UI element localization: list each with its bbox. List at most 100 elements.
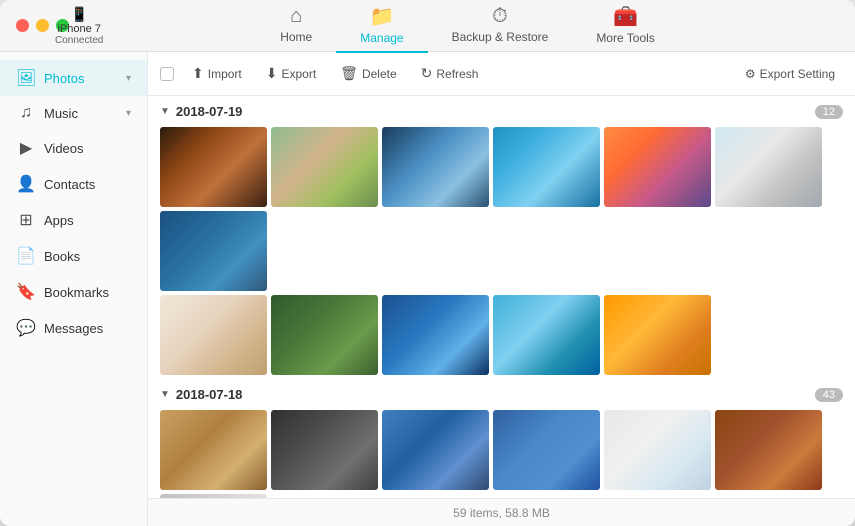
delete-button[interactable]: 🗑 Delete [330, 60, 406, 87]
refresh-button[interactable]: ↻ Refresh [411, 60, 489, 87]
tab-manage-label: Manage [360, 31, 403, 45]
photo-thumb[interactable] [160, 295, 267, 375]
bookmarks-icon: 🔖 [16, 282, 36, 302]
tab-manage[interactable]: 📁 Manage [336, 0, 427, 53]
photo-thumb[interactable] [493, 295, 600, 375]
refresh-icon: ↻ [421, 65, 433, 82]
delete-icon: 🗑 [340, 65, 358, 82]
date-section-2018-07-19: ▼ 2018-07-19 12 [160, 104, 843, 375]
photo-thumb[interactable] [493, 410, 600, 490]
photo-thumb[interactable] [382, 127, 489, 207]
sidebar-item-contacts[interactable]: 👤 Contacts [0, 166, 147, 202]
nav-tabs: ⌂ Home 📁 Manage ⏱ Backup & Restore 🧰 Mor… [96, 0, 839, 53]
messages-label: Messages [44, 321, 131, 336]
tab-tools-label: More Tools [596, 31, 654, 45]
sidebar-item-messages[interactable]: 💬 Messages [0, 310, 147, 346]
photos-label: Photos [44, 71, 118, 86]
tab-backup-label: Backup & Restore [452, 30, 549, 44]
tab-home-label: Home [280, 30, 312, 44]
minimize-button[interactable] [36, 19, 49, 32]
photo-thumb[interactable] [160, 410, 267, 490]
photo-thumb[interactable] [160, 211, 267, 291]
export-setting-button[interactable]: ⚙ Export Setting [737, 62, 843, 86]
apps-icon: ⊞ [16, 210, 36, 230]
import-label: Import [208, 67, 242, 81]
photo-grid-1-row1 [160, 127, 843, 291]
photo-grid-1-row2 [160, 295, 843, 375]
toolbar-right: ⚙ Export Setting [737, 62, 843, 86]
collapse-arrow-1[interactable]: ▼ [160, 106, 170, 117]
apps-label: Apps [44, 213, 131, 228]
status-text: 59 items, 58.8 MB [453, 506, 550, 520]
status-bar: 59 items, 58.8 MB [148, 498, 855, 526]
photo-thumb[interactable] [382, 410, 489, 490]
sidebar-item-bookmarks[interactable]: 🔖 Bookmarks [0, 274, 147, 310]
toolbar: ⬆ Import ⬇ Export 🗑 Delete ↻ Refresh [148, 52, 855, 96]
messages-icon: 💬 [16, 318, 36, 338]
export-label: Export [281, 67, 316, 81]
photo-thumb[interactable] [382, 295, 489, 375]
device-name: iPhone 7 [57, 23, 100, 35]
device-icon: 📱 [70, 6, 87, 23]
photo-thumb[interactable] [715, 127, 822, 207]
tab-home[interactable]: ⌂ Home [256, 0, 336, 52]
device-info: 📱 iPhone 7 Connected [55, 6, 103, 46]
contacts-label: Contacts [44, 177, 131, 192]
export-setting-label: Export Setting [760, 67, 835, 81]
delete-label: Delete [362, 67, 397, 81]
date-section-2018-07-18: ▼ 2018-07-18 43 [160, 387, 843, 498]
sidebar-item-apps[interactable]: ⊞ Apps [0, 202, 147, 238]
home-icon: ⌂ [290, 5, 302, 28]
videos-icon: ▶ [16, 138, 36, 158]
sidebar-item-music[interactable]: ♫ Music ▾ [0, 96, 147, 130]
tools-icon: 🧰 [613, 4, 638, 29]
tab-backup[interactable]: ⏱ Backup & Restore [428, 0, 573, 52]
sidebar-item-photos[interactable]: 🖼 Photos ▾ [0, 60, 147, 96]
date-label-2: 2018-07-18 [176, 387, 243, 402]
date-header-1: ▼ 2018-07-19 12 [160, 104, 843, 119]
checkbox-box[interactable] [160, 67, 174, 81]
music-icon: ♫ [16, 104, 36, 122]
sidebar-item-videos[interactable]: ▶ Videos [0, 130, 147, 166]
export-icon: ⬇ [266, 65, 278, 82]
music-arrow: ▾ [126, 108, 131, 119]
import-icon: ⬆ [192, 65, 204, 82]
photos-icon: 🖼 [16, 68, 36, 88]
photo-thumb[interactable] [271, 295, 378, 375]
titlebar: 📱 iPhone 7 Connected ⌂ Home 📁 Manage ⏱ B… [0, 0, 855, 52]
books-label: Books [44, 249, 131, 264]
gear-icon: ⚙ [745, 67, 756, 81]
contacts-icon: 👤 [16, 174, 36, 194]
music-label: Music [44, 106, 118, 121]
videos-label: Videos [44, 141, 131, 156]
manage-icon: 📁 [369, 4, 394, 29]
photo-thumb[interactable] [160, 127, 267, 207]
date-label-1: 2018-07-19 [176, 104, 243, 119]
tab-tools[interactable]: 🧰 More Tools [572, 0, 678, 53]
photo-thumb[interactable] [604, 410, 711, 490]
main-content: 🖼 Photos ▾ ♫ Music ▾ ▶ Videos 👤 Contacts… [0, 52, 855, 526]
bookmarks-label: Bookmarks [44, 285, 131, 300]
close-button[interactable] [16, 19, 29, 32]
backup-icon: ⏱ [492, 5, 508, 28]
device-status: Connected [55, 35, 103, 46]
books-icon: 📄 [16, 246, 36, 266]
sidebar-item-books[interactable]: 📄 Books [0, 238, 147, 274]
date-header-2: ▼ 2018-07-18 43 [160, 387, 843, 402]
photo-area[interactable]: ▼ 2018-07-19 12 [148, 96, 855, 498]
collapse-arrow-2[interactable]: ▼ [160, 389, 170, 400]
refresh-label: Refresh [436, 67, 478, 81]
photo-thumb[interactable] [715, 410, 822, 490]
photos-arrow: ▾ [126, 73, 131, 84]
photo-thumb[interactable] [271, 410, 378, 490]
import-button[interactable]: ⬆ Import [182, 60, 252, 87]
export-button[interactable]: ⬇ Export [256, 60, 326, 87]
photo-thumb[interactable] [271, 127, 378, 207]
photo-thumb[interactable] [604, 295, 711, 375]
photo-thumb[interactable] [493, 127, 600, 207]
app-window: 📱 iPhone 7 Connected ⌂ Home 📁 Manage ⏱ B… [0, 0, 855, 526]
content-area: ⬆ Import ⬇ Export 🗑 Delete ↻ Refresh [148, 52, 855, 526]
photo-thumb[interactable] [604, 127, 711, 207]
select-all-checkbox[interactable] [160, 67, 174, 81]
date-count-1: 12 [815, 105, 843, 119]
